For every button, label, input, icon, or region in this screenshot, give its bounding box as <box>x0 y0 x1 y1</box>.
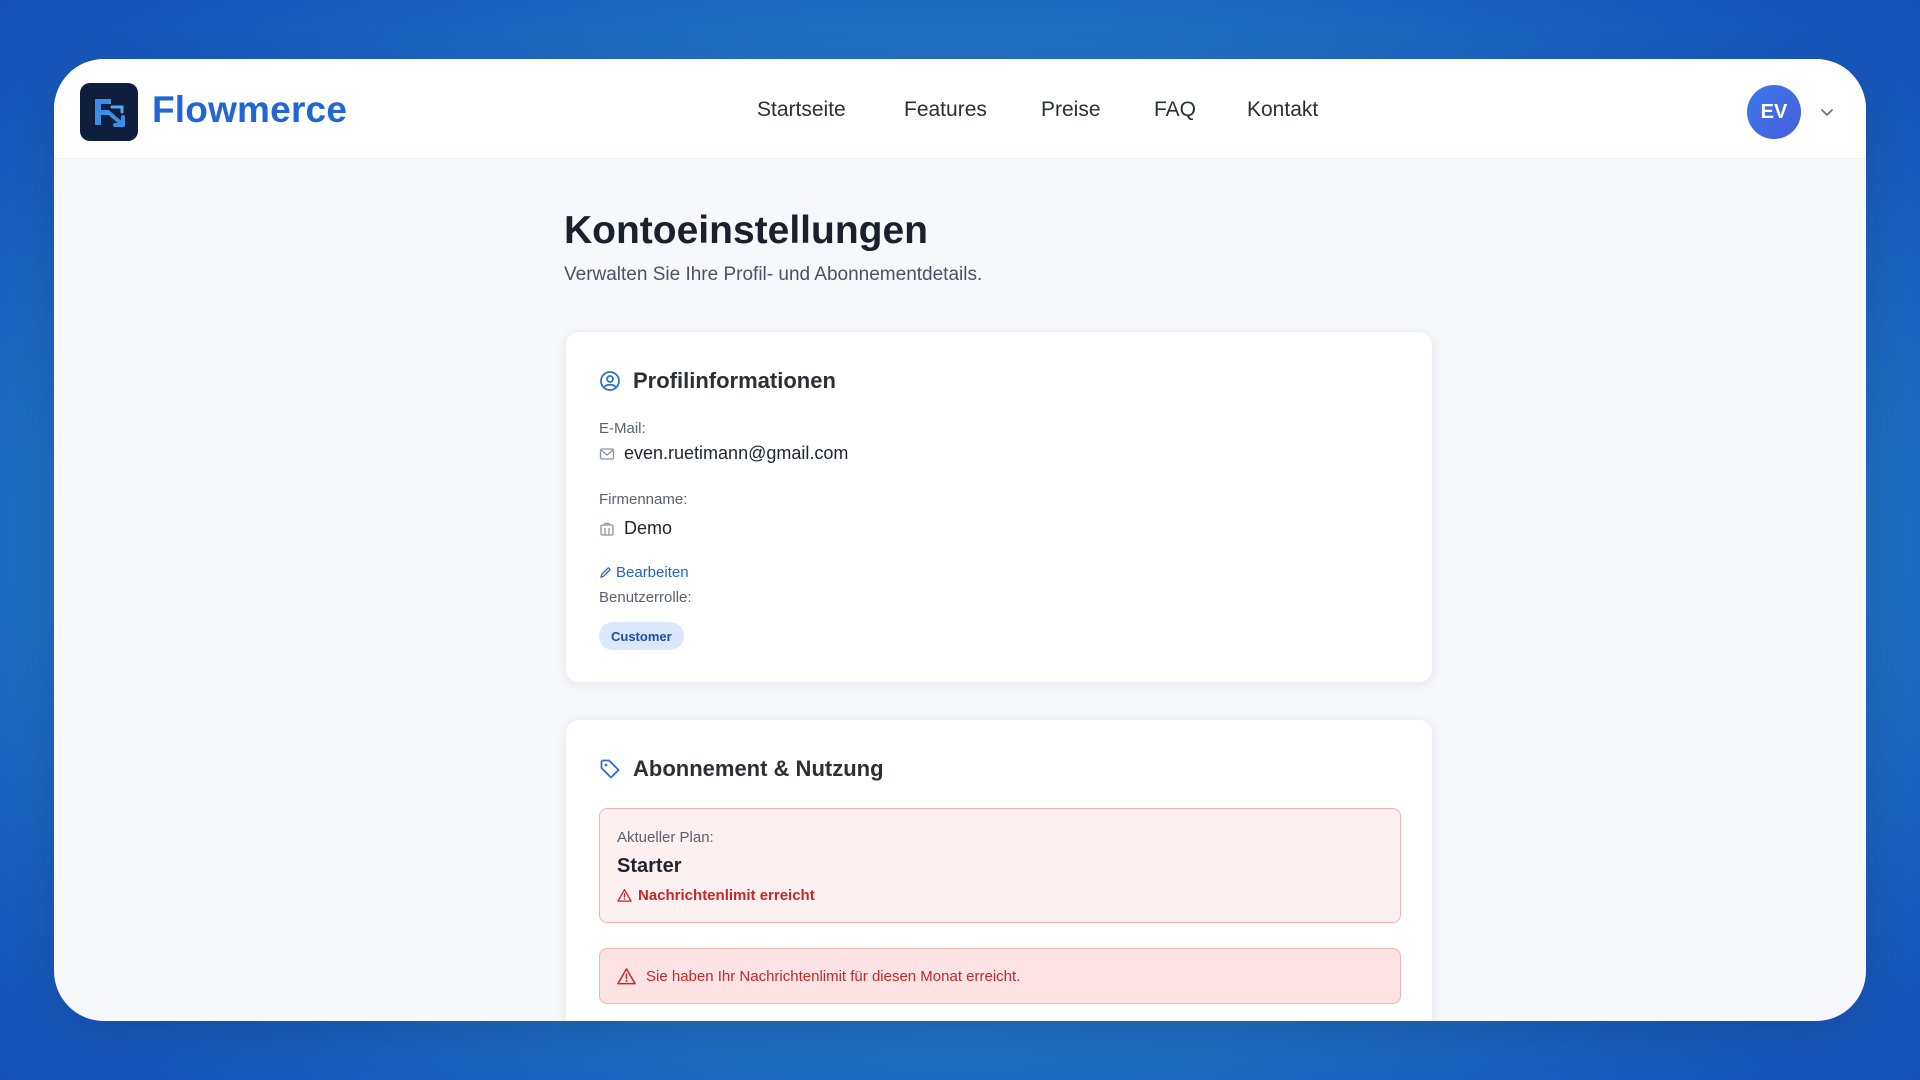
building-icon <box>600 522 614 536</box>
nav-item-startseite[interactable]: Startseite <box>757 98 846 122</box>
subscription-card-title: Abonnement & Nutzung <box>633 756 884 781</box>
email-value: even.ruetimann@gmail.com <box>599 443 848 464</box>
email-label: E-Mail: <box>599 420 646 437</box>
page-title: Kontoeinstellungen <box>564 209 928 252</box>
tag-icon <box>600 759 620 779</box>
user-circle-icon <box>600 371 620 391</box>
nav-item-features[interactable]: Features <box>904 98 987 122</box>
plan-label: Aktueller Plan: <box>617 829 714 846</box>
pencil-icon <box>600 567 611 578</box>
role-badge: Customer <box>599 622 684 650</box>
mail-icon <box>599 447 615 460</box>
profile-card: Profilinformationen E-Mail: even.ruetima… <box>565 331 1433 683</box>
warning-triangle-icon <box>617 967 636 984</box>
limit-alert-text: Sie haben Ihr Nachrichtenlimit für diese… <box>646 967 1021 985</box>
profile-card-title: Profilinformationen <box>633 368 836 393</box>
nav-item-preise[interactable]: Preise <box>1041 98 1101 122</box>
company-text: Demo <box>624 518 673 538</box>
email-text: even.ruetimann@gmail.com <box>624 443 849 463</box>
plan-name: Starter <box>617 855 682 877</box>
company-value: Demo <box>599 518 672 539</box>
user-avatar[interactable]: EV <box>1747 85 1801 139</box>
top-navbar: Flowmerce Startseite Features Preise FAQ… <box>54 59 1866 159</box>
current-plan-box: Aktueller Plan: Starter Nachrichtenlimit… <box>599 808 1401 923</box>
role-label: Benutzerrolle: <box>599 589 692 606</box>
limit-alert: Sie haben Ihr Nachrichtenlimit für diese… <box>599 948 1401 1004</box>
edit-company-button[interactable]: Bearbeiten <box>599 564 689 581</box>
nav-item-faq[interactable]: FAQ <box>1154 98 1196 122</box>
chevron-down-icon[interactable] <box>1818 103 1836 121</box>
main-nav: Startseite Features Preise FAQ Kontakt <box>54 98 1866 126</box>
plan-warning-text: Nachrichtenlimit erreicht <box>638 887 815 904</box>
subscription-card: Abonnement & Nutzung Aktueller Plan: Sta… <box>565 719 1433 1021</box>
warning-triangle-icon <box>617 889 632 902</box>
profile-card-header: Profilinformationen <box>599 368 836 394</box>
app-window: Flowmerce Startseite Features Preise FAQ… <box>54 59 1866 1021</box>
nav-item-kontakt[interactable]: Kontakt <box>1247 98 1318 122</box>
page-subtitle: Verwalten Sie Ihre Profil- und Abonnemen… <box>564 264 983 285</box>
company-label: Firmenname: <box>599 491 688 508</box>
edit-label: Bearbeiten <box>616 564 689 581</box>
plan-limit-warning: Nachrichtenlimit erreicht <box>617 887 815 904</box>
subscription-card-header: Abonnement & Nutzung <box>599 756 884 782</box>
